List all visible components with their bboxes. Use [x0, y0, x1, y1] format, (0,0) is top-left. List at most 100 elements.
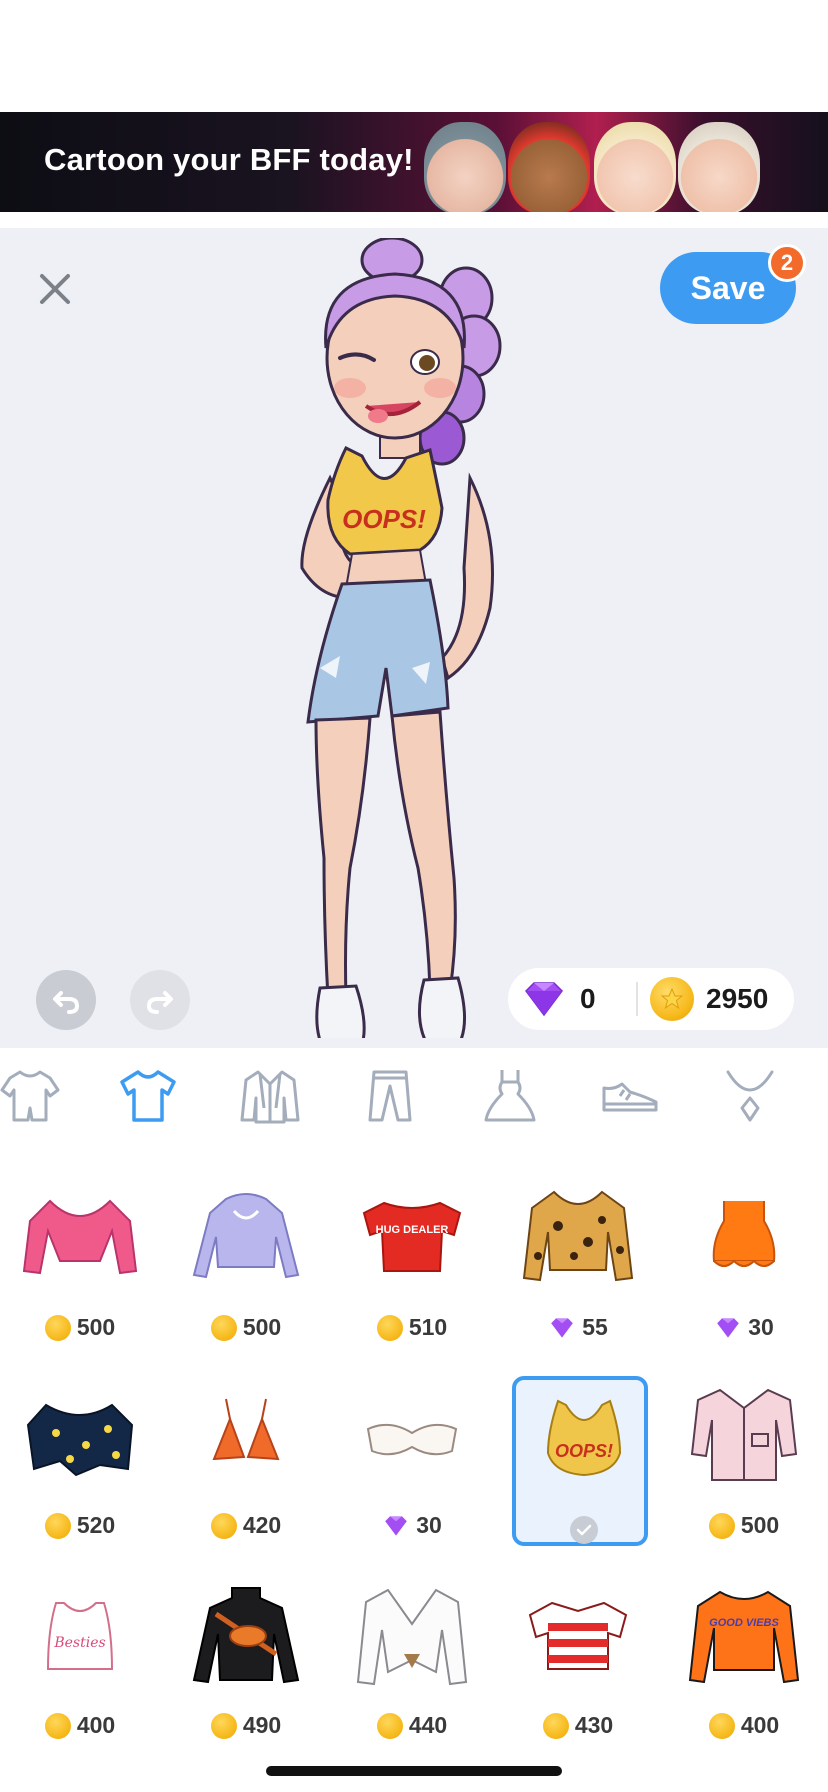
coin-icon: [210, 1314, 237, 1341]
sneaker-icon: [602, 1082, 658, 1112]
tab-dresses[interactable]: [480, 1066, 540, 1126]
gem-icon: [717, 1317, 740, 1338]
avatar-figure[interactable]: OOPS!: [280, 238, 560, 1038]
item-price: 400: [676, 1712, 812, 1739]
gem-icon: [551, 1317, 574, 1338]
necklace-icon: [726, 1070, 774, 1122]
item-print-text: OOPS!: [555, 1441, 613, 1461]
item-orange-good-viebs-tee[interactable]: GOOD VIEBS 400: [676, 1578, 812, 1748]
close-button[interactable]: [30, 264, 80, 314]
top-print-text: OOPS!: [342, 504, 426, 534]
item-price: 440: [344, 1712, 480, 1739]
category-tabs: [0, 1048, 828, 1140]
item-print-text: GOOD VIEBS: [709, 1617, 779, 1629]
item-image: OOPS!: [524, 1386, 644, 1496]
item-pink-pajama-shirt[interactable]: 500: [676, 1378, 812, 1548]
item-price: 500: [676, 1512, 812, 1539]
coin-icon: [708, 1512, 735, 1539]
coin-icon: [650, 977, 694, 1021]
item-leopard-top[interactable]: 55: [510, 1180, 646, 1350]
item-image: [186, 1584, 306, 1694]
coin-icon: [210, 1712, 237, 1739]
tab-onesie[interactable]: [0, 1066, 60, 1126]
tab-jackets[interactable]: [240, 1066, 300, 1126]
item-image: GOOD VIEBS: [684, 1584, 804, 1694]
pants-icon: [368, 1070, 412, 1122]
item-price: 30: [344, 1512, 480, 1539]
item-besties-tank[interactable]: Besties 400: [12, 1578, 148, 1748]
gem-icon: [385, 1515, 408, 1536]
item-image: [20, 1186, 140, 1296]
tab-accessories[interactable]: [720, 1066, 780, 1126]
item-yellow-oops-top-selected[interactable]: OOPS!: [512, 1376, 648, 1546]
item-image: [186, 1384, 306, 1494]
close-icon: [40, 274, 70, 304]
item-lavender-hoodie[interactable]: 500: [178, 1180, 314, 1350]
item-image: [684, 1384, 804, 1494]
item-price: 30: [676, 1314, 812, 1341]
coin-icon: [376, 1314, 403, 1341]
avatar-editor: Save 2 OOPS! 0 2950: [0, 228, 828, 1048]
item-image: [352, 1384, 472, 1494]
onesie-icon: [0, 1070, 60, 1122]
item-navy-lemon-top[interactable]: 520: [12, 1378, 148, 1548]
item-price: 510: [344, 1314, 480, 1341]
item-image: [20, 1384, 140, 1494]
jacket-icon: [240, 1070, 300, 1124]
tab-tops[interactable]: [118, 1066, 178, 1126]
item-white-bandeau[interactable]: 30: [344, 1378, 480, 1548]
item-price: 520: [12, 1512, 148, 1539]
dress-icon: [484, 1070, 536, 1122]
save-badge: 2: [768, 244, 806, 282]
item-red-striped-polo[interactable]: 430: [510, 1578, 646, 1748]
coin-icon: [44, 1712, 71, 1739]
item-image: [518, 1186, 638, 1296]
coin-count: 2950: [706, 983, 769, 1014]
outfit-editor-screen: Cartoon your BFF today! Save 2 OOPS! 0 2…: [0, 0, 828, 1792]
coin-icon: [44, 1512, 71, 1539]
coin-icon: [542, 1712, 569, 1739]
tshirt-icon: [120, 1070, 176, 1122]
item-price: 55: [510, 1314, 646, 1341]
gem-icon: [525, 982, 563, 1017]
item-price: 500: [12, 1314, 148, 1341]
item-print-text: Besties: [53, 1635, 105, 1651]
banner-avatar-3: [594, 122, 676, 212]
home-indicator[interactable]: [266, 1766, 562, 1776]
item-image: HUG DEALER: [352, 1186, 472, 1296]
item-orange-bikini-top[interactable]: 420: [178, 1378, 314, 1548]
item-print-text: HUG DEALER: [376, 1224, 449, 1236]
currency-divider: [636, 982, 638, 1016]
item-price: 400: [12, 1712, 148, 1739]
coin-balance: 2950: [650, 977, 768, 1021]
item-white-tie-shirt[interactable]: 440: [344, 1578, 480, 1748]
item-image: Besties: [20, 1584, 140, 1694]
banner-text: Cartoon your BFF today!: [44, 142, 414, 177]
redo-button[interactable]: [130, 970, 190, 1030]
item-pink-wrap-top[interactable]: 500: [12, 1180, 148, 1350]
redo-icon: [146, 991, 173, 1014]
item-price: 430: [510, 1712, 646, 1739]
item-image: [684, 1186, 804, 1296]
item-red-hug-dealer-tee[interactable]: HUG DEALER 510: [344, 1180, 480, 1350]
item-orange-bralette[interactable]: 30: [676, 1180, 812, 1350]
coin-icon: [708, 1712, 735, 1739]
item-image: [352, 1584, 472, 1694]
gem-balance: 0: [522, 979, 632, 1019]
coin-icon: [376, 1712, 403, 1739]
item-image: [518, 1584, 638, 1694]
item-price: 500: [178, 1314, 314, 1341]
undo-button[interactable]: [36, 970, 96, 1030]
item-black-turtleneck-beltbag[interactable]: 490: [178, 1578, 314, 1748]
banner-avatar-4: [678, 122, 760, 212]
currency-balance[interactable]: 0 2950: [508, 968, 794, 1030]
item-image: [186, 1186, 306, 1296]
coin-icon: [44, 1314, 71, 1341]
item-price: 490: [178, 1712, 314, 1739]
tab-shoes[interactable]: [600, 1066, 660, 1126]
banner-avatar-1: [424, 122, 506, 212]
gem-count: 0: [580, 983, 596, 1014]
promo-banner[interactable]: Cartoon your BFF today!: [0, 112, 828, 212]
undo-icon: [53, 991, 80, 1014]
tab-pants[interactable]: [360, 1066, 420, 1126]
